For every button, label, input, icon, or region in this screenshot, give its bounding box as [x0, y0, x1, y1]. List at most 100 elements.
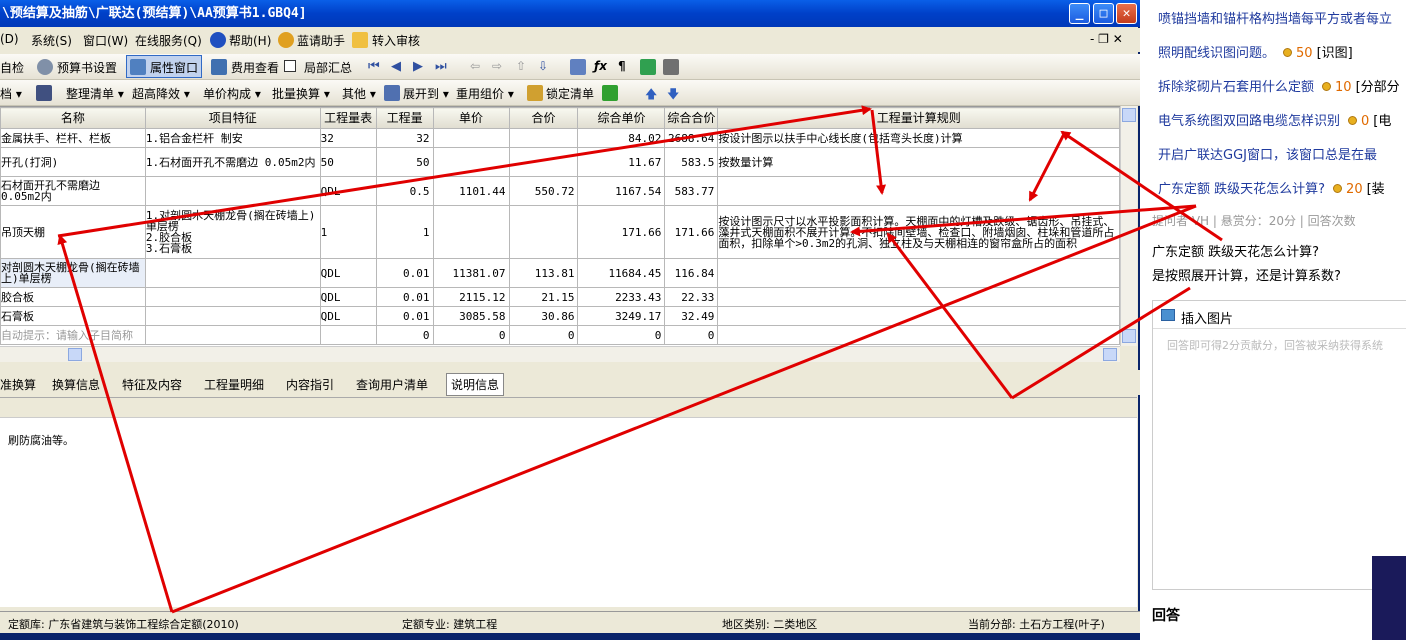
- cell-price[interactable]: 0: [432, 325, 510, 345]
- cell-utotal[interactable]: 2688.64: [664, 128, 719, 148]
- formula-icon[interactable]: ƒx: [594, 59, 607, 73]
- cell-expr[interactable]: 50: [319, 147, 377, 177]
- menu-assistant[interactable]: 蓝请助手: [297, 32, 345, 49]
- cell-qty[interactable]: 0.01: [375, 258, 434, 288]
- table-row[interactable]: 对剖圆木天棚龙骨(搁在砖墙上)单层楞 QDL 0.01 11381.07 113.81 1…: [0, 258, 1120, 288]
- cell-total[interactable]: [508, 128, 579, 148]
- cell-rule[interactable]: 按设计图示以扶手中心线长度(包括弯头长度)计算: [717, 128, 1120, 148]
- cell-rule[interactable]: [717, 306, 1120, 326]
- menu-item[interactable]: (D): [0, 32, 19, 46]
- cell-qty[interactable]: 0.01: [375, 306, 434, 326]
- header-price[interactable]: 单价: [432, 107, 510, 129]
- cell-expr[interactable]: QDL: [319, 176, 377, 206]
- cell-uprice[interactable]: 11684.45: [577, 258, 666, 288]
- menu-help[interactable]: 帮助(H): [229, 32, 271, 49]
- question-link[interactable]: 开启广联达GGJ窗口，该窗口总是在最: [1158, 144, 1377, 163]
- question-item[interactable]: 照明配线识图问题。 50 [识图]: [1142, 36, 1406, 64]
- cell-feature[interactable]: 1.石材面开孔不需磨边 0.05m2内: [144, 147, 321, 177]
- cell-utotal[interactable]: 22.33: [664, 287, 719, 307]
- menu-audit[interactable]: 转入审核: [372, 32, 420, 49]
- cell-expr[interactable]: QDL: [319, 258, 377, 288]
- answer-editor[interactable]: 插入图片 回答即可得2分贡献分，回答被采纳获得系统: [1152, 300, 1406, 590]
- first-record-icon[interactable]: ⏮: [368, 59, 380, 74]
- cell-feature[interactable]: [144, 325, 321, 345]
- cell-price[interactable]: [432, 128, 510, 148]
- tab-standard-convert[interactable]: 准换算: [0, 376, 36, 393]
- budget-settings-button[interactable]: 预算书设置: [57, 59, 117, 76]
- cell-name[interactable]: 对剖圆木天棚龙骨(搁在砖墙上)单层楞: [0, 258, 146, 288]
- cell-price[interactable]: 2115.12: [432, 287, 510, 307]
- menu-online[interactable]: 在线服务(Q): [135, 32, 202, 49]
- cell-price[interactable]: 3085.58: [432, 306, 510, 326]
- cell-price[interactable]: [432, 205, 510, 259]
- move-down-icon[interactable]: 🡇: [667, 85, 679, 106]
- menu-system[interactable]: 系统(S): [31, 32, 72, 49]
- binoculars-icon[interactable]: [36, 85, 52, 101]
- cell-utotal[interactable]: 583.77: [664, 176, 719, 206]
- header-rule[interactable]: 工程量计算规则: [717, 107, 1120, 129]
- table-row[interactable]: 开孔(打洞) 1.石材面开孔不需磨边 0.05m2内 50 50 11.67 583.5 按…: [0, 147, 1120, 177]
- up-arrow-icon[interactable]: ⇧: [516, 59, 526, 73]
- paragraph-icon[interactable]: ¶: [618, 59, 626, 73]
- cell-expr[interactable]: QDL: [319, 287, 377, 307]
- cell-feature[interactable]: [144, 306, 321, 326]
- doc-menu[interactable]: 档 ▾: [0, 85, 22, 102]
- table-row[interactable]: 自动提示：请输入子目简称 0 0 0 0 0: [0, 325, 1120, 345]
- cell-name[interactable]: 开孔(打洞): [0, 147, 146, 177]
- cell-qty[interactable]: 0.5: [375, 176, 434, 206]
- cell-uprice[interactable]: 2233.43: [577, 287, 666, 307]
- tab-qty-detail[interactable]: 工程量明细: [204, 376, 264, 393]
- fee-view-button[interactable]: 费用查看: [231, 59, 279, 76]
- cell-total[interactable]: 30.86: [508, 306, 579, 326]
- question-item[interactable]: 电气系统图双回路电缆怎样识别 0 [电: [1142, 104, 1406, 132]
- question-link[interactable]: 广东定额 跌级天花怎么计算? 20 [装: [1158, 178, 1385, 197]
- cube-icon[interactable]: [640, 59, 656, 75]
- cell-uprice[interactable]: 3249.17: [577, 306, 666, 326]
- move-up-icon[interactable]: 🡅: [645, 85, 657, 106]
- question-link[interactable]: 电气系统图双回路电缆怎样识别 0 [电: [1158, 110, 1391, 129]
- cell-uprice[interactable]: 11.67: [577, 147, 666, 177]
- cell-uprice[interactable]: 84.02: [577, 128, 666, 148]
- cell-qty[interactable]: 32: [375, 128, 434, 148]
- cell-utotal[interactable]: 32.49: [664, 306, 719, 326]
- question-item[interactable]: 拆除浆砌片石套用什么定额 10 [分部分: [1142, 70, 1406, 98]
- grid-vertical-scrollbar[interactable]: [1120, 106, 1137, 346]
- cell-utotal[interactable]: 0: [664, 325, 719, 345]
- question-item[interactable]: 开启广联达GGJ窗口，该窗口总是在最: [1142, 138, 1406, 166]
- header-qty[interactable]: 工程量: [375, 107, 434, 129]
- lock-list-button[interactable]: 锁定清单: [546, 85, 594, 102]
- batch-convert-menu[interactable]: 批量换算 ▾: [272, 85, 330, 102]
- cell-total[interactable]: [508, 147, 579, 177]
- other-menu[interactable]: 其他 ▾: [342, 85, 376, 102]
- insert-image-button[interactable]: 插入图片: [1181, 308, 1233, 327]
- cell-total[interactable]: 113.81: [508, 258, 579, 288]
- height-reduction-menu[interactable]: 超高降效 ▾: [132, 85, 190, 102]
- header-name[interactable]: 名称: [0, 107, 146, 129]
- cell-name[interactable]: 吊顶天棚: [0, 205, 146, 259]
- cell-rule[interactable]: [717, 287, 1120, 307]
- organize-list-menu[interactable]: 整理清单 ▾: [66, 85, 124, 102]
- cell-feature[interactable]: [144, 258, 321, 288]
- next-record-icon[interactable]: ▶: [413, 59, 423, 74]
- scroll-up-button[interactable]: [1122, 108, 1136, 122]
- cell-expr[interactable]: QDL: [319, 306, 377, 326]
- cell-name[interactable]: 石膏板: [0, 306, 146, 326]
- last-record-icon[interactable]: ⏭: [435, 59, 447, 74]
- scroll-down-button[interactable]: [1122, 329, 1136, 343]
- menu-window[interactable]: 窗口(W): [83, 32, 128, 49]
- cell-total[interactable]: 0: [508, 325, 579, 345]
- cell-feature[interactable]: [144, 176, 321, 206]
- cell-qty[interactable]: 0.01: [375, 287, 434, 307]
- question-item[interactable]: 喷锚挡墙和锚杆格构挡墙每平方或者每立: [1142, 2, 1406, 30]
- tab-user-list[interactable]: 查询用户清单: [356, 376, 428, 393]
- header-expr[interactable]: 工程量表: [319, 107, 377, 129]
- right-arrow-icon[interactable]: ⇨: [492, 59, 502, 73]
- cell-utotal[interactable]: 171.66: [664, 205, 719, 259]
- partial-summary-checkbox[interactable]: [284, 60, 296, 72]
- tab-content-guide[interactable]: 内容指引: [286, 376, 334, 393]
- cell-expr[interactable]: [319, 325, 377, 345]
- cell-rule[interactable]: [717, 176, 1120, 206]
- cell-uprice[interactable]: 1167.54: [577, 176, 666, 206]
- cell-feature[interactable]: [144, 287, 321, 307]
- table-row[interactable]: 吊顶天棚 1.对剖圆木天棚龙骨(搁在砖墙上)单层楞 2.胶合板 3.石膏板 1 1 17…: [0, 205, 1120, 259]
